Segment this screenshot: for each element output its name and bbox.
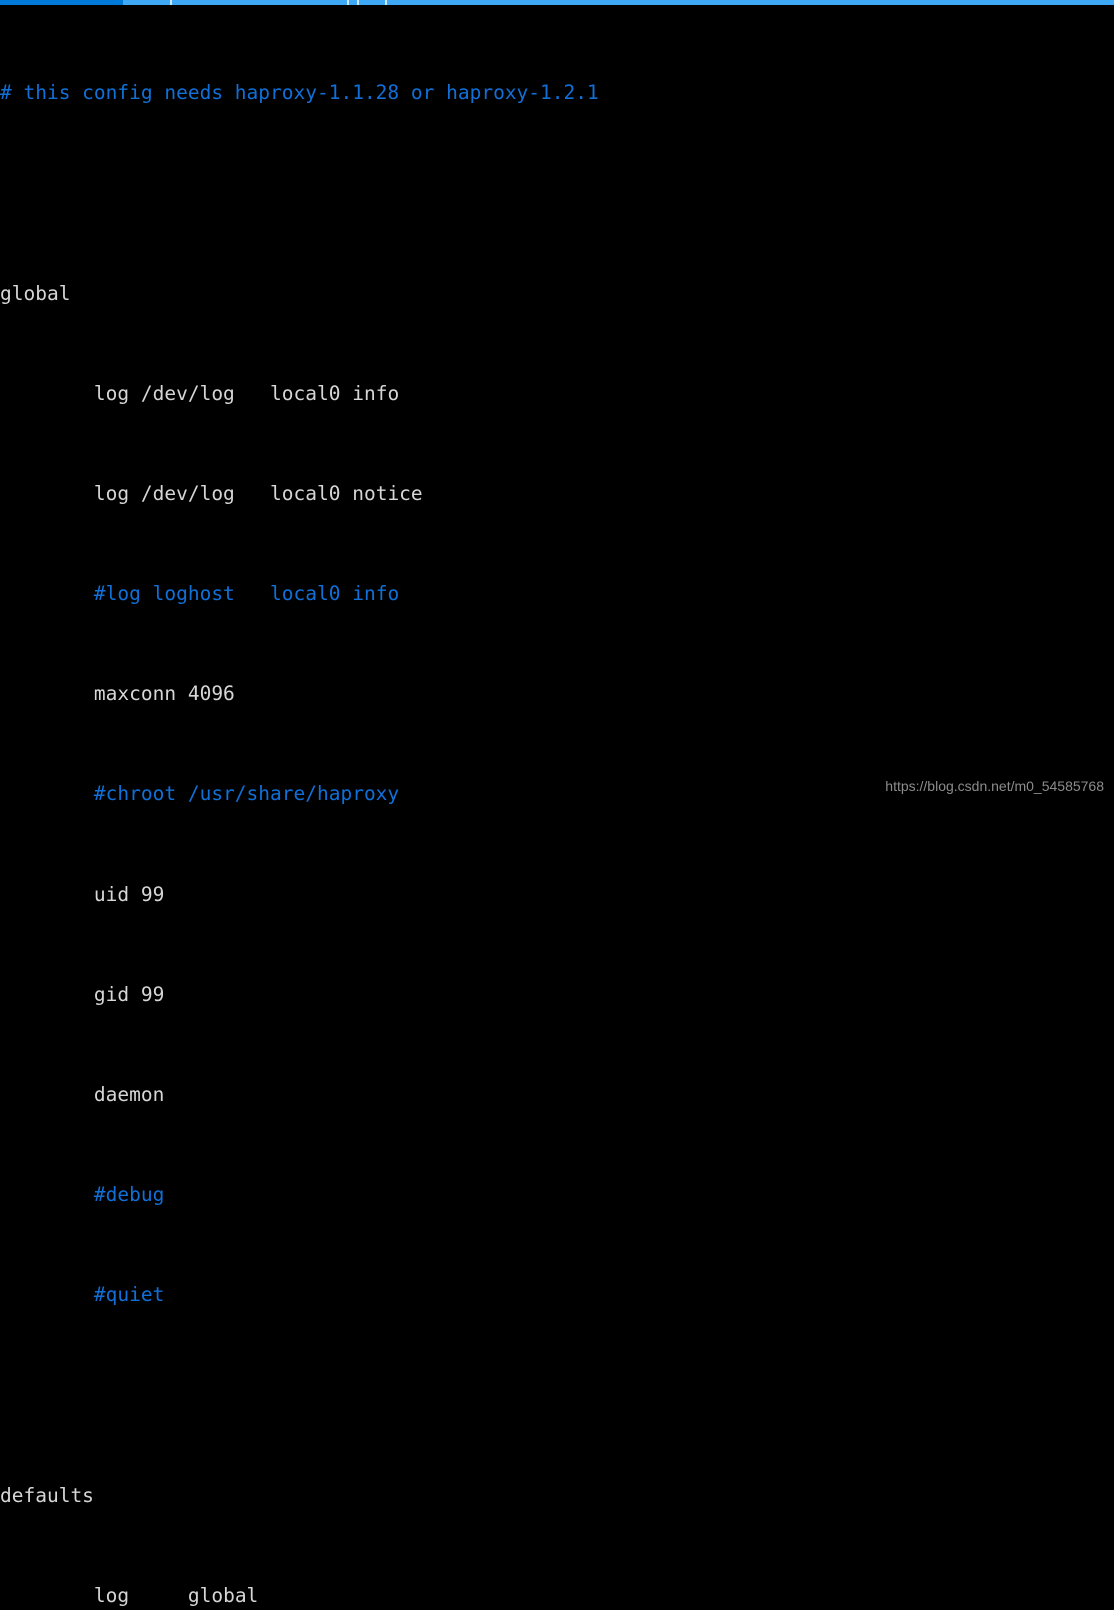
code-line-11: daemon (0, 1082, 1114, 1107)
code-line-2-blank (0, 180, 1114, 205)
directive-value: local0 notice (270, 481, 423, 505)
comment-value: local0 info (270, 582, 400, 606)
comment-text: # this config needs haproxy-1.1.28 or ha… (0, 81, 599, 105)
directive-value: local0 info (270, 381, 400, 405)
directive-daemon: daemon (93, 1083, 165, 1107)
directive-key: log (93, 1583, 130, 1607)
code-line-16: log global (0, 1583, 1114, 1608)
comment-chroot: #chroot /usr/share/haproxy (93, 782, 400, 806)
directive-key: log /dev/log (93, 481, 235, 505)
csdn-watermark: https://blog.csdn.net/m0_54585768 (885, 778, 1104, 794)
section-keyword-defaults: defaults (0, 1483, 94, 1507)
directive-maxconn: maxconn 4096 (93, 682, 235, 706)
directive-uid: uid 99 (93, 882, 165, 906)
code-line-4: log /dev/log local0 info (0, 381, 1114, 406)
code-line-13: #quiet (0, 1282, 1114, 1307)
code-line-15: defaults (0, 1483, 1114, 1508)
code-line-14-blank (0, 1383, 1114, 1408)
code-line-6: #log loghost local0 info (0, 581, 1114, 606)
code-line-7: maxconn 4096 (0, 681, 1114, 706)
section-keyword-global: global (0, 281, 71, 305)
code-line-5: log /dev/log local0 notice (0, 481, 1114, 506)
directive-value: global (187, 1583, 259, 1607)
comment-quiet: #quiet (93, 1283, 165, 1307)
directive-key: log /dev/log (93, 381, 235, 405)
code-line-3: global (0, 281, 1114, 306)
code-line-1: # this config needs haproxy-1.1.28 or ha… (0, 80, 1114, 105)
comment-debug: #debug (93, 1183, 165, 1207)
terminal-text-area[interactable]: # this config needs haproxy-1.1.28 or ha… (0, 5, 1114, 1607)
directive-gid: gid 99 (93, 982, 165, 1006)
code-line-12: #debug (0, 1182, 1114, 1207)
code-line-10: gid 99 (0, 982, 1114, 1007)
comment-key: #log loghost (93, 582, 235, 606)
code-line-9: uid 99 (0, 882, 1114, 907)
